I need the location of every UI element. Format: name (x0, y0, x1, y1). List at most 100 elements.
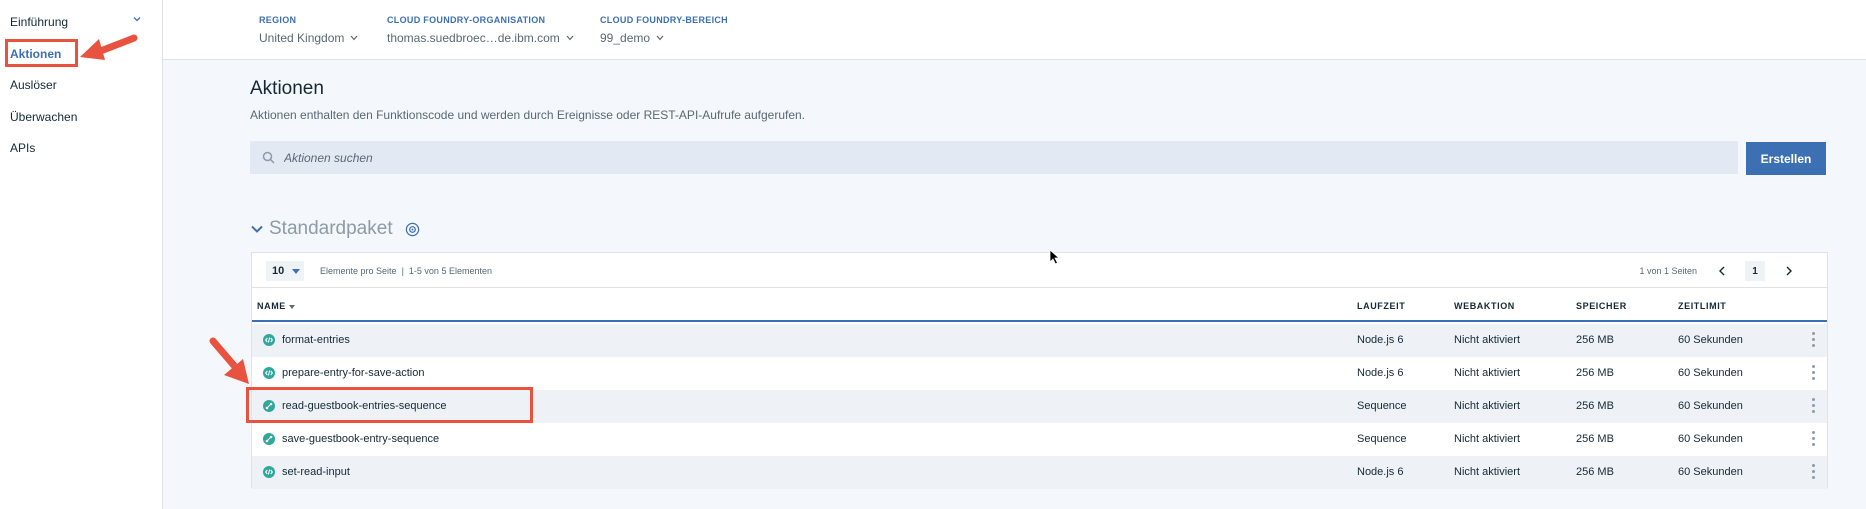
column-header-runtime: LAUFZEIT (1357, 301, 1406, 311)
overflow-menu-icon[interactable] (1812, 431, 1816, 449)
table-row[interactable]: save-guestbook-entry-sequence Sequence N… (252, 423, 1827, 456)
sidebar-item-einfuehrung[interactable]: Einführung (10, 15, 68, 29)
previous-page-button[interactable] (1711, 261, 1731, 281)
chevron-down-icon[interactable] (133, 15, 141, 23)
sequence-icon (263, 433, 275, 445)
action-name[interactable]: format-entries (282, 334, 350, 346)
search-bar[interactable] (250, 141, 1738, 174)
chevron-left-icon (1718, 266, 1724, 276)
memory-cell: 256 MB (1576, 400, 1614, 412)
sidebar-item-ueberwachen[interactable]: Überwachen (10, 110, 77, 124)
timeout-cell: 60 Sekunden (1678, 466, 1743, 478)
timeout-cell: 60 Sekunden (1678, 334, 1743, 346)
chevron-down-icon (350, 35, 358, 41)
annotation-arrow-icon (209, 337, 249, 384)
column-header-timeout: ZEITLIMIT (1678, 301, 1727, 311)
memory-cell: 256 MB (1576, 367, 1614, 379)
runtime-cell: Node.js 6 (1357, 466, 1404, 478)
org-selector[interactable]: CLOUD FOUNDRY-ORGANISATION thomas.suedbr… (387, 15, 574, 45)
pagination-info: Elemente pro Seite | 1-5 von 5 Elementen (320, 266, 492, 276)
sidebar-item-apis[interactable]: APIs (10, 141, 35, 155)
action-name[interactable]: prepare-entry-for-save-action (282, 367, 424, 379)
action-name-cell[interactable]: format-entries (263, 334, 350, 346)
overflow-menu-icon[interactable] (1812, 398, 1816, 416)
overflow-menu-icon[interactable] (1812, 365, 1816, 383)
runtime-cell: Sequence (1357, 433, 1407, 445)
action-name[interactable]: set-read-input (282, 466, 350, 478)
org-value-text: thomas.suedbroec…de.ibm.com (387, 31, 560, 45)
runtime-cell: Sequence (1357, 400, 1407, 412)
sidebar: Einführung Aktionen Auslöser Überwachen … (0, 0, 163, 509)
chevron-down-icon[interactable] (250, 224, 264, 234)
chevron-right-icon (1786, 266, 1792, 276)
action-name-cell[interactable]: save-guestbook-entry-sequence (263, 433, 439, 445)
space-label: CLOUD FOUNDRY-BEREICH (600, 15, 728, 25)
region-label: REGION (259, 15, 297, 25)
overflow-menu-icon[interactable] (1812, 332, 1816, 350)
memory-cell: 256 MB (1576, 334, 1614, 346)
region-selector[interactable]: REGION United Kingdom (259, 15, 358, 45)
pagination-bar: 10 Elemente pro Seite | 1-5 von 5 Elemen… (252, 253, 1827, 288)
code-icon (263, 334, 275, 346)
region-value-text: United Kingdom (259, 31, 345, 45)
package-title: Standardpaket (269, 218, 393, 239)
memory-cell: 256 MB (1576, 433, 1614, 445)
webaction-cell: Nicht aktiviert (1454, 334, 1521, 346)
sort-icon (288, 305, 295, 309)
search-input[interactable] (284, 150, 1684, 165)
annotation-arrow-icon (80, 34, 138, 60)
runtime-cell: Node.js 6 (1357, 367, 1404, 379)
annotation-highlight-box (246, 387, 533, 423)
page-title: Aktionen (250, 78, 324, 99)
table-header: NAME LAUFZEIT WEBAKTION SPEICHER ZEITLIM… (252, 289, 1827, 322)
action-name-cell[interactable]: set-read-input (263, 466, 350, 478)
space-value[interactable]: 99_demo (600, 31, 728, 45)
org-value[interactable]: thomas.suedbroec…de.ibm.com (387, 31, 574, 45)
caret-down-icon (292, 268, 301, 274)
space-selector[interactable]: CLOUD FOUNDRY-BEREICH 99_demo (600, 15, 728, 45)
pagination-separator: | (401, 266, 404, 276)
column-header-memory: SPEICHER (1576, 301, 1627, 311)
package-header[interactable]: Standardpaket (250, 218, 420, 240)
table-row[interactable]: prepare-entry-for-save-action Node.js 6 … (252, 357, 1827, 390)
items-per-page-select[interactable]: 10 (266, 261, 304, 281)
webaction-cell: Nicht aktiviert (1454, 433, 1521, 445)
webaction-cell: Nicht aktiviert (1454, 466, 1521, 478)
actions-table-panel: 10 Elemente pro Seite | 1-5 von 5 Elemen… (251, 252, 1828, 489)
chevron-down-icon (656, 35, 664, 41)
sidebar-item-ausloeser[interactable]: Auslöser (10, 78, 57, 92)
current-page-input[interactable]: 1 (1745, 261, 1765, 281)
annotation-highlight-box (5, 39, 78, 67)
context-bar: REGION United Kingdom CLOUD FOUNDRY-ORGA… (163, 0, 1866, 60)
webaction-cell: Nicht aktiviert (1454, 367, 1521, 379)
column-header-webaction: WEBAKTION (1454, 301, 1515, 311)
webaction-cell: Nicht aktiviert (1454, 400, 1521, 412)
org-label: CLOUD FOUNDRY-ORGANISATION (387, 15, 546, 25)
space-value-text: 99_demo (600, 31, 651, 45)
mouse-cursor-icon (1049, 249, 1061, 265)
page-description: Aktionen enthalten den Funktionscode und… (250, 108, 806, 122)
timeout-cell: 60 Sekunden (1678, 400, 1743, 412)
column-header-name[interactable]: NAME (257, 301, 295, 311)
table-row[interactable]: set-read-input Node.js 6 Nicht aktiviert… (252, 456, 1827, 489)
action-name[interactable]: save-guestbook-entry-sequence (282, 433, 439, 445)
chevron-down-icon (566, 35, 574, 41)
pagination-controls: 1 von 1 Seiten 1 (1639, 261, 1813, 281)
code-icon (263, 367, 275, 379)
item-range-label: 1-5 von 5 Elementen (408, 266, 492, 276)
page-count-label: 1 von 1 Seiten (1639, 266, 1697, 276)
package-info-icon[interactable] (405, 222, 420, 237)
create-button[interactable]: Erstellen (1746, 142, 1826, 175)
items-per-page-value: 10 (272, 265, 285, 277)
table-row[interactable]: format-entries Node.js 6 Nicht aktiviert… (252, 324, 1827, 357)
column-header-name-text: NAME (257, 301, 286, 311)
action-name-cell[interactable]: prepare-entry-for-save-action (263, 367, 424, 379)
overflow-menu-icon[interactable] (1812, 464, 1816, 482)
memory-cell: 256 MB (1576, 466, 1614, 478)
region-value[interactable]: United Kingdom (259, 31, 358, 45)
timeout-cell: 60 Sekunden (1678, 433, 1743, 445)
search-icon (262, 151, 275, 164)
runtime-cell: Node.js 6 (1357, 334, 1404, 346)
next-page-button[interactable] (1779, 261, 1799, 281)
timeout-cell: 60 Sekunden (1678, 367, 1743, 379)
